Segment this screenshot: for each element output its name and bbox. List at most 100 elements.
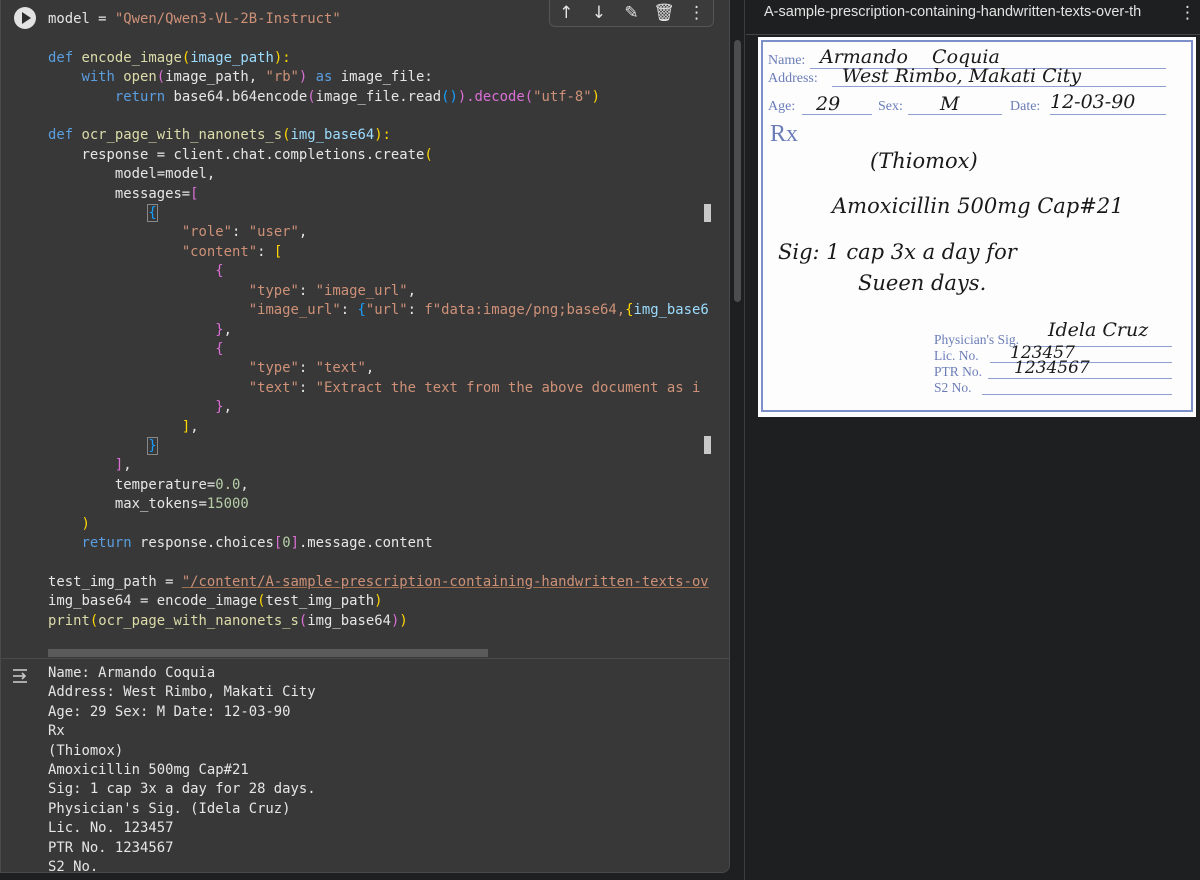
code-token: return: [48, 534, 140, 551]
prescription-image: Name: Armando Coquia Address: West Rimbo…: [758, 37, 1196, 417]
code-token: def: [48, 49, 82, 66]
output-line: Name: Armando Coquia: [48, 665, 216, 681]
code-text[interactable]: model = "Qwen/Qwen3-VL-2B-Instruct" def …: [48, 10, 720, 631]
s2-line: [982, 394, 1172, 395]
code-token: img_base64: [307, 612, 391, 629]
code-token: }: [215, 321, 224, 338]
code-token: ).decode(: [457, 88, 534, 105]
code-token: image_path,: [165, 69, 266, 86]
code-token: [: [273, 534, 283, 551]
code-token: :: [298, 282, 316, 299]
output-line: (Thiomox): [48, 742, 124, 759]
code-token: f"data:image/png;base64,: [424, 302, 626, 319]
code-token: :: [298, 379, 316, 396]
output-line: Sig: 1 cap 3x a day for 28 days.: [48, 781, 316, 798]
date-value: 12-03-90: [1050, 91, 1136, 113]
output-toggle-icon[interactable]: [11, 666, 33, 686]
code-token: (: [181, 49, 191, 66]
horizontal-scrollbar[interactable]: [48, 649, 488, 657]
code-token: "image_url": [315, 282, 408, 299]
run-cell-button[interactable]: [14, 7, 36, 29]
sex-value: M: [940, 93, 960, 115]
code-token: def: [48, 127, 82, 144]
sex-label: Sex:: [878, 99, 903, 114]
code-token: ,: [407, 282, 417, 299]
scroll-marker: [704, 436, 711, 454]
code-token: ocr_page_with_nanonets_s: [98, 612, 299, 629]
code-token: image_path: [190, 49, 274, 66]
code-token: base64.b64encode: [173, 88, 308, 105]
code-token: "type": [248, 360, 299, 377]
code-token: messages=: [48, 185, 191, 202]
lic-label: Lic. No.: [934, 348, 979, 363]
name-label: Name:: [768, 53, 806, 68]
file-tab-title[interactable]: A-sample-prescription-containing-handwri…: [764, 4, 1172, 20]
code-token: ,: [365, 360, 375, 377]
panel-separator: [744, 0, 745, 880]
code-token: {: [215, 263, 224, 280]
code-token: :: [340, 302, 358, 319]
code-token: as: [315, 69, 341, 86]
code-token: ]: [181, 418, 191, 435]
code-token: temperature=: [48, 476, 216, 493]
code-token: 0: [282, 534, 291, 551]
code-token: "/content/A-sample-prescription-containi…: [181, 573, 709, 590]
more-options-icon[interactable]: ⋮: [1179, 3, 1196, 23]
code-token: 15000: [206, 496, 249, 513]
code-token: (: [424, 146, 433, 163]
code-token: .message.content: [298, 534, 433, 551]
age-label: Age:: [768, 99, 796, 114]
code-token: response.choices: [140, 534, 274, 551]
s2-label: S2 No.: [934, 380, 972, 395]
code-token: (: [307, 88, 316, 105]
code-token: ): [591, 88, 601, 105]
rx-symbol: Rx: [770, 121, 799, 147]
code-token: model=model,: [48, 166, 216, 183]
date-line: [1050, 114, 1166, 115]
code-cell[interactable]: ↑ ↓ ✎ 🗑 ⋮ model = "Qwen/Qwen3-VL-2B-Inst…: [0, 0, 730, 873]
code-token: 0.0: [215, 476, 241, 493]
vertical-scrollbar[interactable]: [734, 40, 741, 302]
code-token: (: [282, 127, 291, 144]
physician-sig-label: Physician's Sig.: [934, 332, 1019, 347]
file-viewer-header: A-sample-prescription-containing-handwri…: [746, 0, 1200, 35]
code-token: model =: [48, 11, 115, 27]
output-line: Rx: [48, 723, 65, 740]
code-token: ocr_page_with_nanonets_s: [81, 127, 283, 144]
code-token: max_tokens=: [48, 496, 207, 513]
code-token: open: [123, 69, 157, 86]
age-value: 29: [816, 93, 841, 115]
code-token: image_file:: [340, 69, 433, 86]
code-token: {: [215, 340, 224, 357]
code-token: "role": [181, 224, 232, 241]
rx-line-1: (Thiomox): [870, 149, 978, 173]
address-label: Address:: [768, 71, 818, 86]
code-token: ,: [223, 399, 233, 416]
ptr-label: PTR No.: [934, 364, 983, 379]
code-token: (): [441, 88, 458, 105]
code-token: ): [374, 593, 383, 610]
code-token: }: [215, 399, 224, 416]
code-token: {: [147, 204, 158, 223]
code-token: ,: [223, 321, 233, 338]
code-token: :: [257, 243, 274, 260]
code-token: ,: [298, 224, 308, 241]
code-editor[interactable]: model = "Qwen/Qwen3-VL-2B-Instruct" def …: [48, 10, 720, 642]
play-icon: [22, 12, 31, 24]
output-line: Lic. No. 123457: [48, 820, 174, 837]
code-token: (: [156, 69, 166, 86]
date-label: Date:: [1010, 99, 1041, 114]
address-value: West Rimbo, Makati City: [842, 65, 1082, 87]
code-token: ]: [290, 534, 299, 551]
code-token: test_img_path: [265, 593, 375, 610]
code-token: encode_image: [81, 49, 182, 66]
